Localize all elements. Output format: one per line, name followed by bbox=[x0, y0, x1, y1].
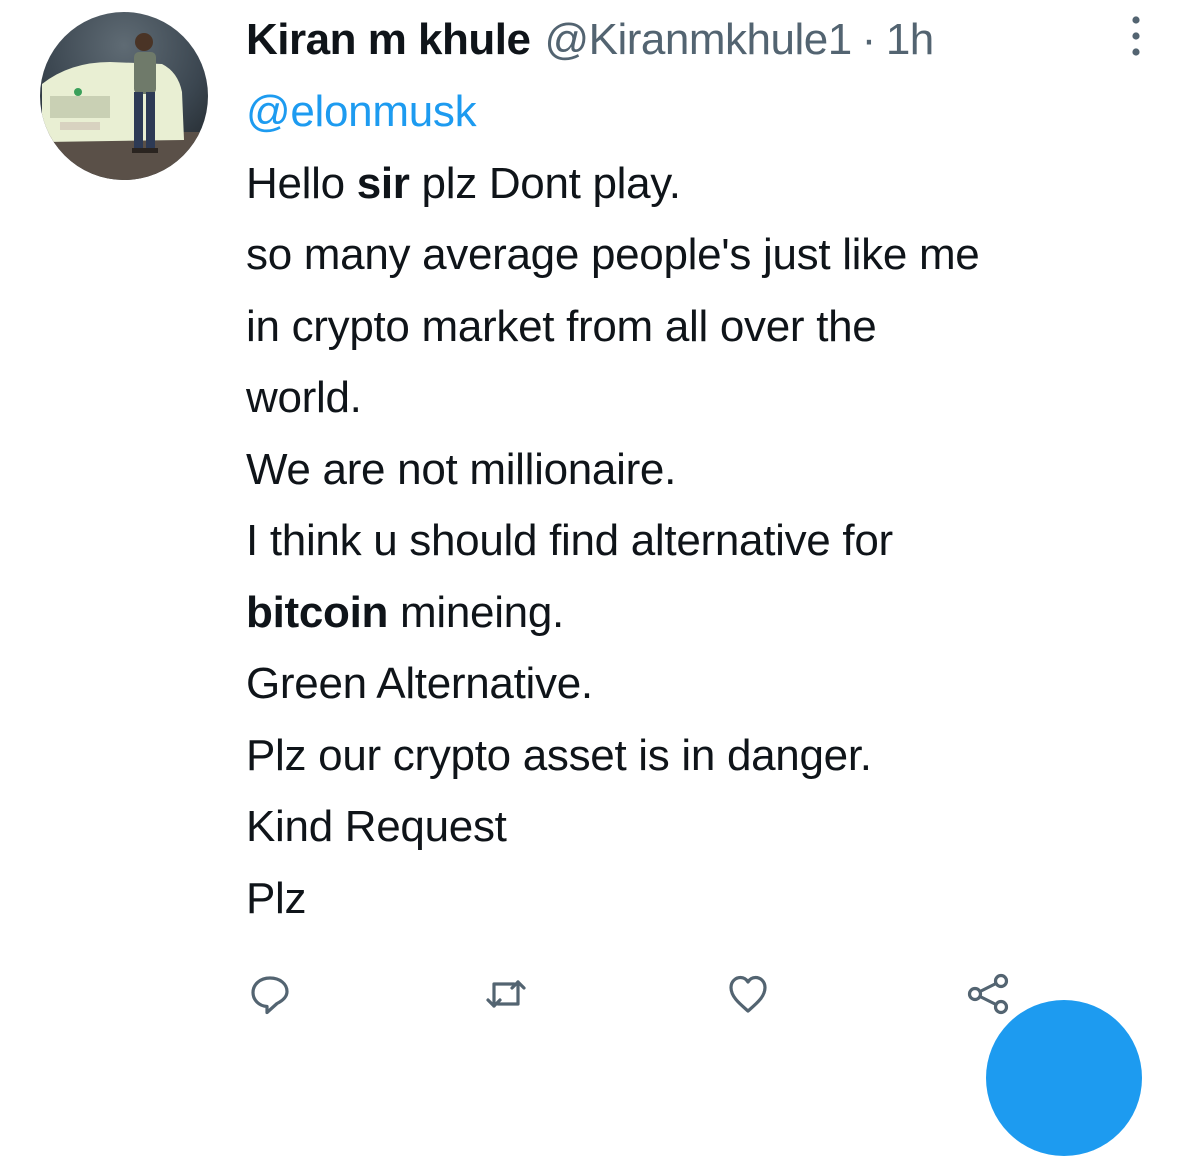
user-handle[interactable]: @Kiranmkhule1 bbox=[544, 15, 852, 65]
tweet-line: in crypto market from all over the bbox=[246, 301, 877, 351]
tweet-line: We are not millionaire. bbox=[246, 444, 677, 494]
tweet-line-text: plz Dont play. bbox=[409, 158, 681, 208]
highlighted-word: sir bbox=[356, 158, 410, 208]
tweet-line: Hello sir plz Dont play. bbox=[246, 148, 1186, 220]
retweet-icon-graphic bbox=[486, 980, 526, 1008]
reply-icon[interactable] bbox=[248, 972, 292, 1016]
tweet-header: Kiran m khule @Kiranmkhule1 · 1h bbox=[246, 12, 934, 68]
timestamp[interactable]: 1h bbox=[886, 15, 934, 65]
tweet-line: I think u should find alternative for bbox=[246, 516, 893, 565]
avatar[interactable] bbox=[40, 12, 208, 180]
more-vertical-icon-graphic bbox=[1132, 16, 1140, 56]
tweet-line: Green Alternative. bbox=[246, 659, 593, 708]
more-vertical-icon[interactable] bbox=[1126, 14, 1146, 58]
mention-link[interactable]: @elonmusk bbox=[246, 76, 1186, 148]
share-icon[interactable] bbox=[966, 972, 1010, 1016]
separator-dot: · bbox=[861, 15, 877, 64]
tweet-line-text: Hello bbox=[246, 158, 357, 208]
tweet-line: Kind Request bbox=[246, 802, 507, 851]
share-icon-graphic bbox=[967, 973, 1009, 1015]
tweet-text: @elonmusk Hello sir plz Dont play. so ma… bbox=[246, 76, 1186, 934]
avatar-photo bbox=[40, 12, 208, 180]
display-name[interactable]: Kiran m khule bbox=[246, 15, 531, 65]
highlighted-word: bitcoin bbox=[246, 587, 389, 637]
heart-icon[interactable] bbox=[726, 972, 770, 1016]
reply-icon-graphic bbox=[251, 976, 289, 1015]
tweet-line: world. bbox=[246, 373, 362, 422]
tweet-line: bitcoin mineing. bbox=[246, 577, 1186, 649]
retweet-icon[interactable] bbox=[484, 972, 528, 1016]
tweet-line: so many average people's just like me bbox=[246, 230, 980, 279]
tweet-line: Plz bbox=[246, 873, 307, 923]
heart-icon-graphic bbox=[729, 975, 767, 1013]
tweet-line-text: mineing. bbox=[388, 587, 564, 637]
compose-fab[interactable] bbox=[986, 1000, 1142, 1156]
tweet-line: Plz our crypto asset is in danger. bbox=[246, 730, 872, 780]
